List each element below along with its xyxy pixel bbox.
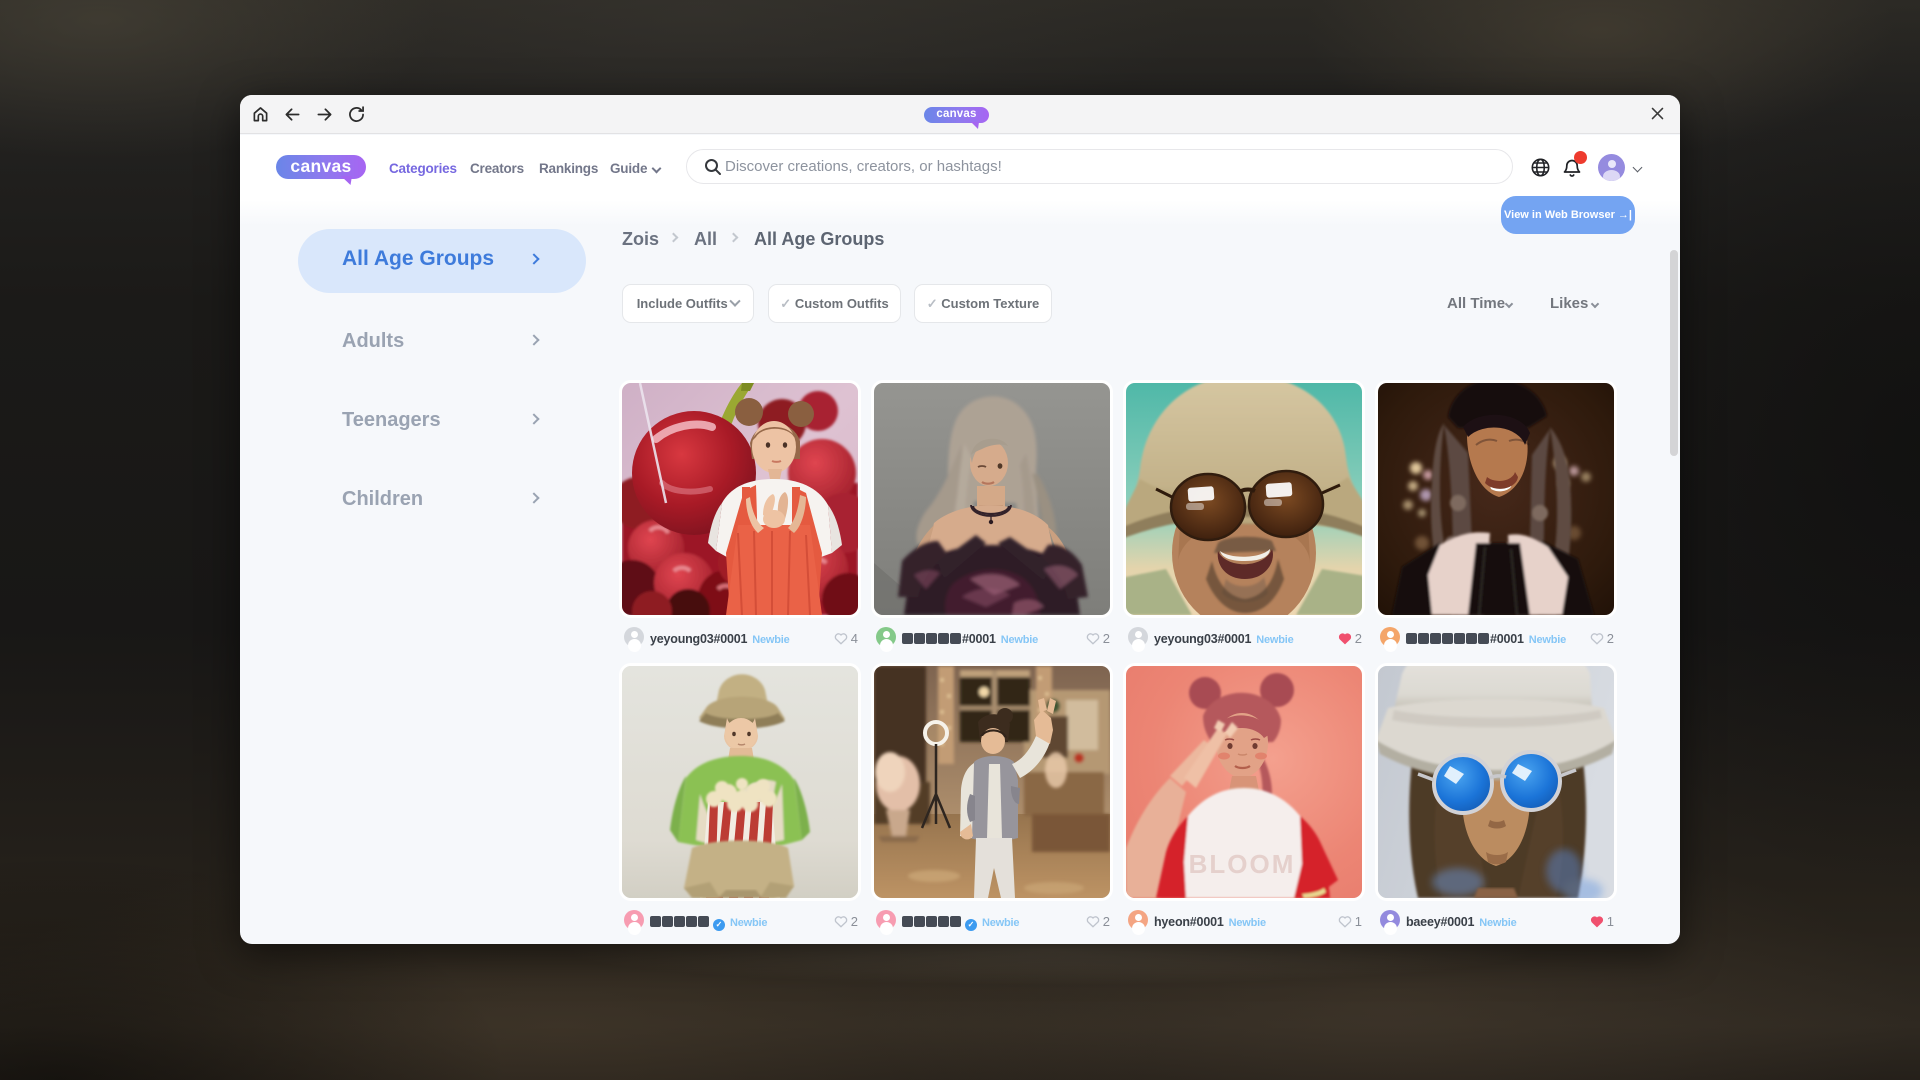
svg-text:BLOOM: BLOOM: [1189, 849, 1296, 879]
